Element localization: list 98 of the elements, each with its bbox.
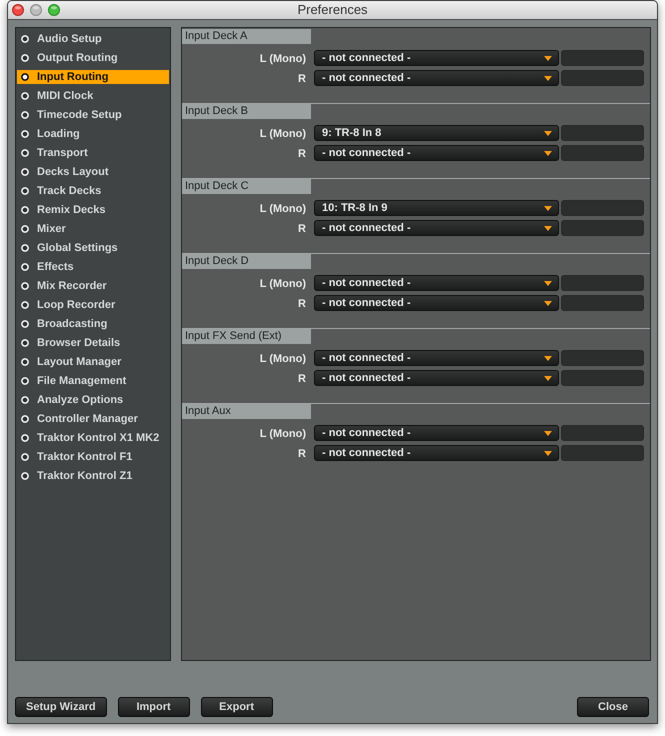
ring-icon: [21, 320, 29, 328]
sidebar-item[interactable]: Timecode Setup: [17, 108, 169, 122]
zoom-icon[interactable]: [48, 4, 60, 16]
input-dropdown[interactable]: - not connected -: [314, 275, 559, 291]
caret-icon: [544, 130, 552, 136]
section-header: Input Deck C: [182, 179, 311, 194]
sidebar-item[interactable]: Output Routing: [17, 51, 169, 65]
sidebar-item[interactable]: Traktor Kontrol Z1: [17, 469, 169, 483]
caret-icon: [544, 300, 552, 306]
sidebar-item[interactable]: Controller Manager: [17, 412, 169, 426]
sidebar-item[interactable]: Input Routing: [17, 70, 169, 84]
sidebar-item[interactable]: Mixer: [17, 222, 169, 236]
sidebar-item[interactable]: Remix Decks: [17, 203, 169, 217]
channel-label: R: [298, 148, 306, 160]
ring-icon: [21, 187, 29, 195]
ring-icon: [21, 35, 29, 43]
input-dropdown[interactable]: - not connected -: [314, 145, 559, 161]
ring-icon: [21, 282, 29, 290]
channel-label: L (Mono): [260, 428, 306, 440]
input-dropdown[interactable]: - not connected -: [314, 350, 559, 366]
sidebar-item[interactable]: Traktor Kontrol X1 MK2: [17, 431, 169, 445]
ring-icon: [21, 244, 29, 252]
caret-icon: [544, 76, 552, 80]
channel-label: L (Mono): [260, 278, 306, 290]
input-dropdown[interactable]: - not connected -: [314, 425, 559, 441]
channel-label: L (Mono): [260, 203, 306, 215]
channel-label: R: [298, 298, 306, 310]
sidebar-item[interactable]: Effects: [17, 260, 169, 274]
ring-icon: [21, 434, 29, 442]
caret-icon: [544, 280, 552, 286]
caret-icon: [544, 450, 552, 456]
ring-icon: [21, 206, 29, 214]
close-button[interactable]: Close: [577, 697, 649, 717]
ring-icon: [21, 225, 29, 233]
section-header: Input Aux: [182, 404, 311, 419]
setup-wizard-button[interactable]: Setup Wizard: [15, 697, 107, 717]
ring-icon: [21, 130, 29, 138]
channel-label: R: [298, 373, 306, 385]
channel-label: R: [298, 73, 306, 85]
sidebar-item[interactable]: Mix Recorder: [17, 279, 169, 293]
input-dropdown[interactable]: - not connected -: [314, 370, 559, 386]
input-dropdown[interactable]: 9: TR-8 In 8: [314, 125, 559, 141]
section-header: Input Deck B: [182, 104, 311, 119]
ring-icon: [21, 54, 29, 62]
ring-icon: [21, 149, 29, 157]
ring-icon: [21, 111, 29, 119]
export-button[interactable]: Export: [200, 697, 273, 717]
sidebar-item[interactable]: Layout Manager: [17, 355, 169, 369]
ring-icon: [21, 377, 29, 385]
channel-label: R: [298, 448, 306, 460]
input-dropdown[interactable]: 10: TR-8 In 9: [314, 200, 559, 216]
ring-icon: [21, 168, 29, 176]
caret-icon: [544, 226, 552, 230]
channel-label: R: [298, 223, 306, 235]
sidebar-item[interactable]: Decks Layout: [17, 165, 169, 179]
sidebar-item[interactable]: Audio Setup: [17, 32, 169, 46]
sidebar-item[interactable]: Broadcasting: [17, 317, 169, 331]
input-dropdown[interactable]: - not connected -: [314, 220, 559, 236]
sidebar-item[interactable]: Loading: [17, 127, 169, 141]
section-header: Input Deck A: [182, 29, 311, 44]
close-icon[interactable]: [12, 4, 24, 16]
input-dropdown[interactable]: - not connected -: [314, 445, 559, 461]
ring-icon: [21, 301, 29, 309]
sidebar-item[interactable]: Global Settings: [17, 241, 169, 255]
sidebar-item[interactable]: Transport: [17, 146, 169, 160]
ring-icon: [21, 263, 29, 271]
window-title: Preferences: [297, 2, 368, 18]
input-dropdown[interactable]: - not connected -: [314, 70, 559, 86]
channel-label: L (Mono): [260, 128, 306, 140]
channel-label: L (Mono): [260, 53, 306, 65]
ring-icon: [21, 339, 29, 347]
caret-icon: [544, 430, 552, 436]
ring-icon: [21, 92, 29, 100]
caret-icon: [544, 356, 552, 360]
sidebar-item[interactable]: Analyze Options: [17, 393, 169, 407]
import-button[interactable]: Import: [118, 697, 190, 717]
input-dropdown[interactable]: - not connected -: [314, 50, 559, 66]
sidebar-item[interactable]: Track Decks: [17, 184, 169, 198]
sidebar-item[interactable]: Loop Recorder: [17, 298, 169, 312]
caret-icon: [544, 150, 552, 156]
ring-icon: [21, 415, 29, 423]
sidebar-item[interactable]: Traktor Kontrol F1: [17, 450, 169, 464]
caret-icon: [544, 56, 552, 60]
ring-icon: [21, 358, 29, 366]
sidebar-item[interactable]: MIDI Clock: [17, 89, 169, 103]
input-dropdown[interactable]: - not connected -: [314, 295, 559, 311]
caret-icon: [544, 206, 552, 210]
ring-icon: [21, 396, 29, 404]
ring-icon: [21, 73, 29, 81]
ring-icon: [21, 472, 29, 480]
caret-icon: [544, 376, 552, 380]
channel-label: L (Mono): [260, 353, 306, 365]
minimize-icon[interactable]: [30, 4, 42, 16]
sidebar-item[interactable]: File Management: [17, 374, 169, 388]
sidebar-item[interactable]: Browser Details: [17, 336, 169, 350]
ring-icon: [21, 453, 29, 461]
section-header: Input Deck D: [182, 254, 311, 269]
section-header: Input FX Send (Ext): [182, 329, 311, 344]
